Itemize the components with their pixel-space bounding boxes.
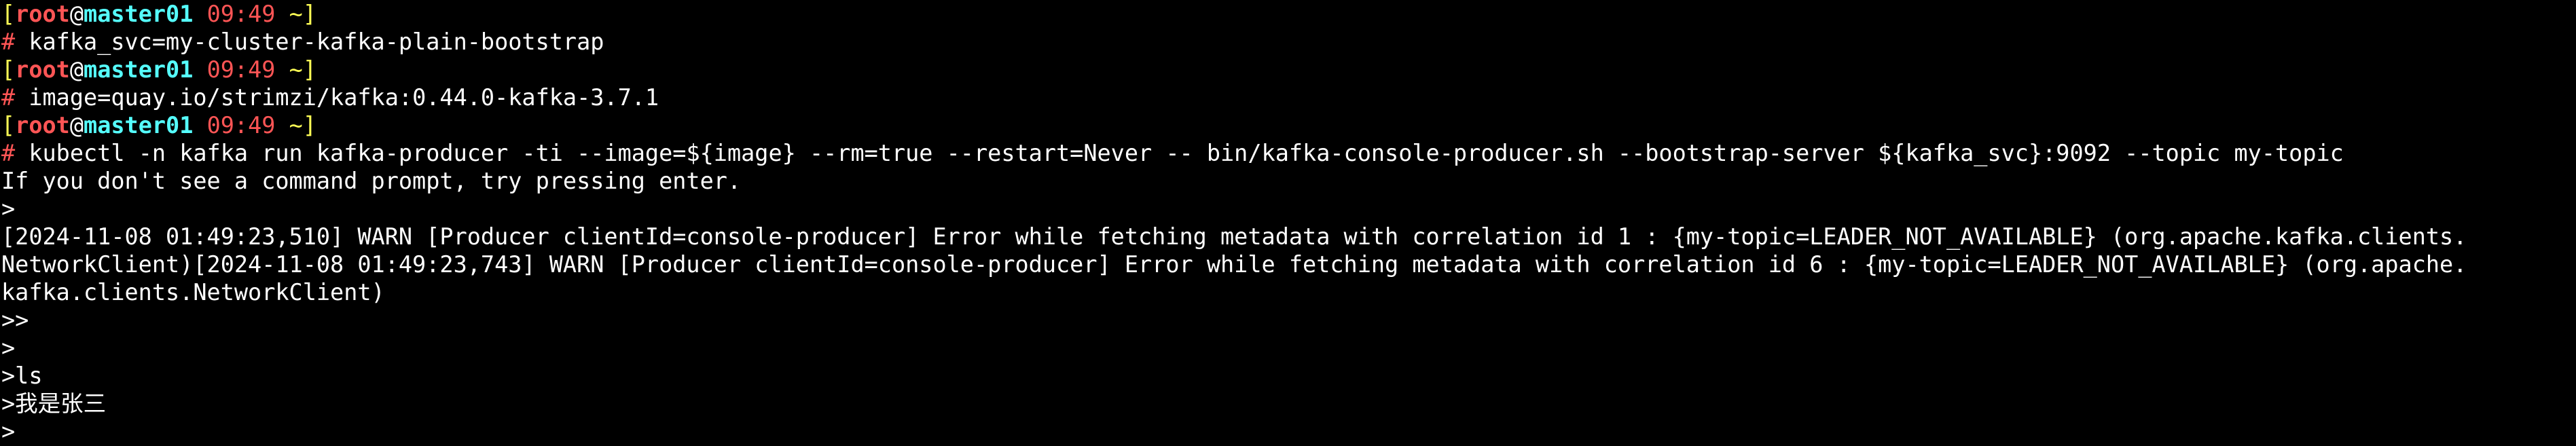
prompt-user: root — [15, 112, 70, 138]
input-prompt-line[interactable]: > — [1, 417, 2576, 445]
terminal-window[interactable]: [root@master01 09:49 ~] # kafka_svc=my-c… — [0, 0, 2576, 446]
prompt-line: [root@master01 09:49 ~] — [1, 111, 2576, 139]
prompt-open-bracket: [ — [1, 1, 16, 27]
prompt-open-bracket: [ — [1, 112, 16, 138]
output-line: If you don't see a command prompt, try p… — [1, 168, 742, 194]
prompt-open-bracket: [ — [1, 56, 16, 83]
prompt-dir: ~ — [289, 56, 303, 83]
prompt-close-bracket: ] — [302, 1, 316, 27]
prompt-user: root — [15, 56, 70, 83]
prompt-line: [root@master01 09:49 ~] — [1, 56, 2576, 83]
prompt-dir: ~ — [289, 1, 303, 27]
prompt-at: @ — [69, 56, 84, 83]
prompt-hash: # — [1, 140, 16, 166]
prompt-host: master01 — [84, 1, 194, 27]
output-line: > — [1, 196, 16, 222]
prompt-line: [root@master01 09:49 ~] — [1, 0, 2576, 28]
prompt-time: 09:49 — [206, 56, 276, 83]
prompt-time: 09:49 — [206, 1, 276, 27]
prompt-user: root — [15, 1, 70, 27]
prompt-dir: ~ — [289, 112, 303, 138]
prompt-host: master01 — [84, 56, 194, 83]
output-line: >我是张三 — [1, 390, 107, 417]
command-text: kubectl -n kafka run kafka-producer -ti … — [15, 140, 2344, 166]
output-line: > — [1, 335, 16, 361]
command-text: image=quay.io/strimzi/kafka:0.44.0-kafka… — [15, 84, 659, 111]
output-line: >> — [1, 307, 29, 333]
command-line: # kafka_svc=my-cluster-kafka-plain-boots… — [1, 28, 2576, 56]
prompt-hash: # — [1, 84, 16, 111]
command-text: kafka_svc=my-cluster-kafka-plain-bootstr… — [15, 29, 604, 55]
prompt-at: @ — [69, 1, 84, 27]
command-line: # image=quay.io/strimzi/kafka:0.44.0-kaf… — [1, 83, 2576, 111]
command-line: # kubectl -n kafka run kafka-producer -t… — [1, 139, 2576, 167]
output-line: kafka.clients.NetworkClient) — [1, 279, 385, 305]
prompt-close-bracket: ] — [302, 112, 316, 138]
prompt-time: 09:49 — [206, 112, 276, 138]
prompt-host: master01 — [84, 112, 194, 138]
output-line: [2024-11-08 01:49:23,510] WARN [Producer… — [1, 223, 2467, 250]
output-line: >ls — [1, 363, 43, 389]
prompt-hash: # — [1, 29, 16, 55]
output-line: NetworkClient)[2024-11-08 01:49:23,743] … — [1, 251, 2467, 278]
prompt-close-bracket: ] — [302, 56, 316, 83]
prompt-at: @ — [69, 112, 84, 138]
